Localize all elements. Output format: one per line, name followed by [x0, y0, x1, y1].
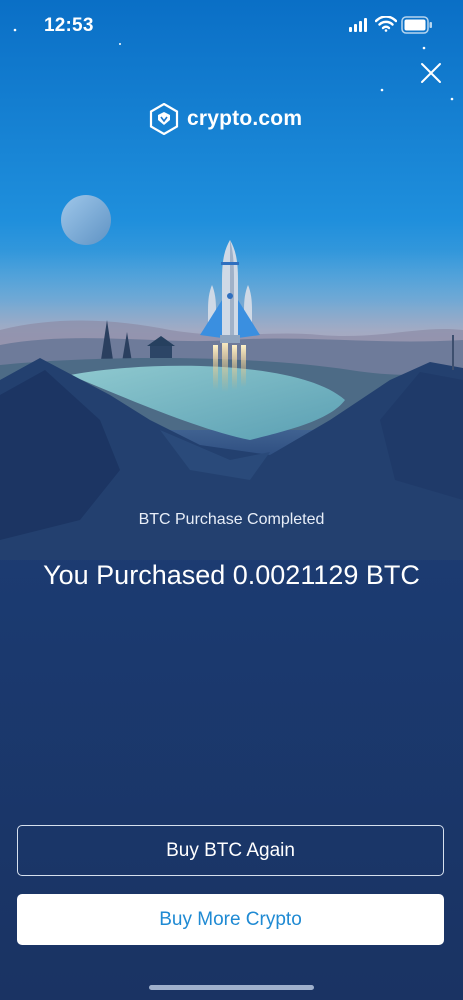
buy-btc-again-button[interactable]: Buy BTC Again [17, 825, 444, 876]
logo-text: crypto.com [187, 107, 303, 130]
status-time: 12:53 [44, 15, 94, 36]
battery-icon [401, 16, 432, 34]
wifi-icon [375, 16, 397, 32]
home-indicator[interactable] [149, 985, 314, 990]
buy-btc-again-label: Buy BTC Again [166, 839, 295, 861]
purchase-success-screen: 12:53 crypto.com BTC Purchase Completed … [0, 0, 463, 1000]
close-icon [421, 63, 441, 83]
close-button[interactable] [416, 58, 446, 88]
crypto-com-lion-icon [149, 103, 179, 135]
status-bar: 12:53 [0, 0, 463, 52]
crypto-com-logo: crypto.com [149, 102, 302, 136]
purchase-amount-headline: You Purchased 0.0021129 BTC [43, 560, 420, 590]
cellular-signal-icon [349, 18, 367, 32]
rocket-launch-illustration [0, 28, 463, 560]
buy-more-crypto-button[interactable]: Buy More Crypto [17, 894, 444, 945]
buy-more-crypto-label: Buy More Crypto [159, 908, 302, 930]
purchase-status-text: BTC Purchase Completed [138, 511, 325, 528]
